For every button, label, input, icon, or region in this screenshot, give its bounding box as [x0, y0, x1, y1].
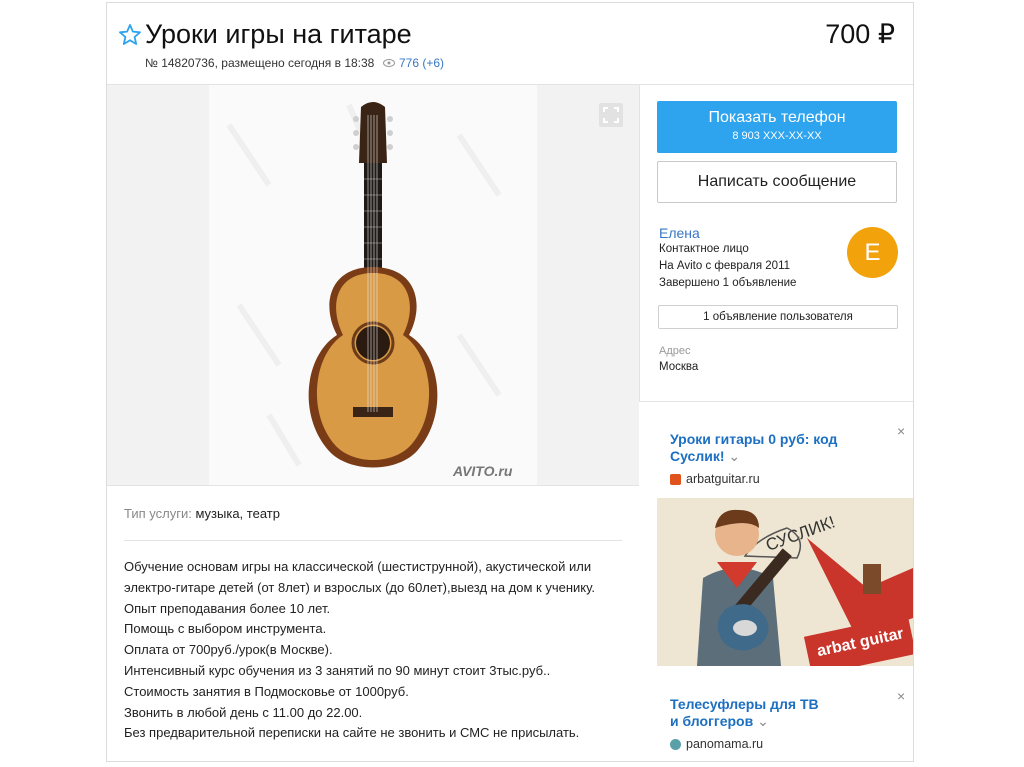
chevron-down-icon[interactable]: ⌄ [757, 713, 769, 729]
phone-masked: 8 903 XXX-XX-XX [732, 130, 822, 142]
column-divider [639, 85, 640, 401]
favicon-icon [670, 473, 681, 485]
listing-header: Уроки игры на гитаре № 14820736, размеще… [107, 3, 913, 85]
address-label: Адрес [659, 345, 691, 357]
ad-title-line-2: и блоггеров ⌄ [670, 713, 819, 730]
favicon-icon [670, 738, 681, 750]
ad-title-line: Телесуфлеры для ТВ [670, 696, 819, 712]
seller-role: Контактное лицо [659, 243, 749, 255]
photo-watermark: AVITO.ru [453, 463, 513, 479]
listing-price: 700 ₽ [825, 19, 895, 49]
show-phone-button[interactable]: Показать телефон 8 903 XXX-XX-XX [657, 101, 897, 153]
description-line: Обучение основам игры на классической (ш… [124, 559, 592, 574]
description-line: Оплата от 700руб./урок(в Москве). [124, 642, 333, 658]
ad-title-line: Уроки гитары 0 руб: код [670, 431, 838, 447]
description-line: Интенсивный курс обучения из 3 занятий п… [124, 662, 551, 678]
service-type-label: Тип услуги: [124, 506, 192, 521]
fullscreen-expand-icon[interactable] [599, 103, 623, 127]
ad-title-link[interactable]: Телесуфлеры для ТВ и блоггеров ⌄ [670, 696, 819, 730]
ad-title-line-2: Суслик! ⌄ [670, 448, 837, 465]
ad-domain[interactable]: panomama.ru [670, 737, 763, 751]
listing-meta: № 14820736, размещено сегодня в 18:38 [145, 56, 375, 70]
listing-photo[interactable]: AVITO.ru [107, 85, 639, 485]
views-counter: 776 (+6) [383, 56, 444, 70]
description-text: Обучение основам игры на классической (ш… [124, 557, 629, 744]
description-divider [124, 540, 622, 541]
address-value: Москва [659, 361, 699, 373]
close-icon[interactable]: × [897, 423, 905, 439]
ad-title-text: Суслик! [670, 448, 725, 464]
listing-title: Уроки игры на гитаре [145, 19, 412, 49]
description-line: Звонить в любой день с 11.00 до 22.00. [124, 704, 363, 720]
seller-since: На Avito с февраля 2011 [659, 260, 791, 272]
seller-completed: Завершено 1 объявление [659, 277, 797, 289]
ad-domain-text: panomama.ru [686, 737, 764, 751]
listing-description: Тип услуги: музыка, театр Обучение основ… [107, 485, 639, 761]
service-type-value: музыка, театр [195, 506, 280, 521]
views-count[interactable]: 776 (+6) [399, 56, 444, 70]
guitar-image [226, 102, 502, 468]
ad-domain[interactable]: arbatguitar.ru [670, 472, 760, 486]
close-icon[interactable]: × [897, 688, 905, 704]
seller-ads-button[interactable]: 1 объявление пользователя [658, 305, 898, 329]
description-line: Без предварительной переписки на сайте н… [124, 725, 580, 741]
ads-divider [639, 401, 913, 402]
eye-icon [383, 59, 395, 67]
ad-image[interactable]: arbat guitar СУСЛИК! [657, 498, 913, 666]
seller-name-link[interactable]: Елена [659, 225, 700, 241]
chevron-down-icon[interactable]: ⌄ [728, 448, 740, 464]
photo-frame [209, 85, 537, 485]
ad-title-link[interactable]: Уроки гитары 0 руб: код Суслик! ⌄ [670, 431, 837, 465]
write-message-button[interactable]: Написать сообщение [657, 161, 897, 203]
ad-illustration: arbat guitar СУСЛИК! [657, 498, 913, 666]
description-line: Стоимость занятия в Подмосковье от 1000р… [124, 683, 409, 699]
service-type: Тип услуги: музыка, театр [124, 506, 280, 521]
description-line: Помощь с выбором инструмента. [124, 621, 327, 637]
favorite-star-icon[interactable] [118, 23, 142, 47]
description-line: Опыт преподавания более 10 лет. [124, 600, 331, 616]
listing-card: Уроки игры на гитаре № 14820736, размеще… [106, 2, 914, 762]
description-line: электро-гитаре детей (от 8лет) и взрослы… [124, 579, 595, 595]
show-phone-label: Показать телефон [708, 109, 846, 126]
avatar[interactable]: Е [847, 227, 898, 278]
ad-title-text: и блоггеров [670, 713, 754, 729]
ad-domain-text: arbatguitar.ru [686, 472, 760, 486]
